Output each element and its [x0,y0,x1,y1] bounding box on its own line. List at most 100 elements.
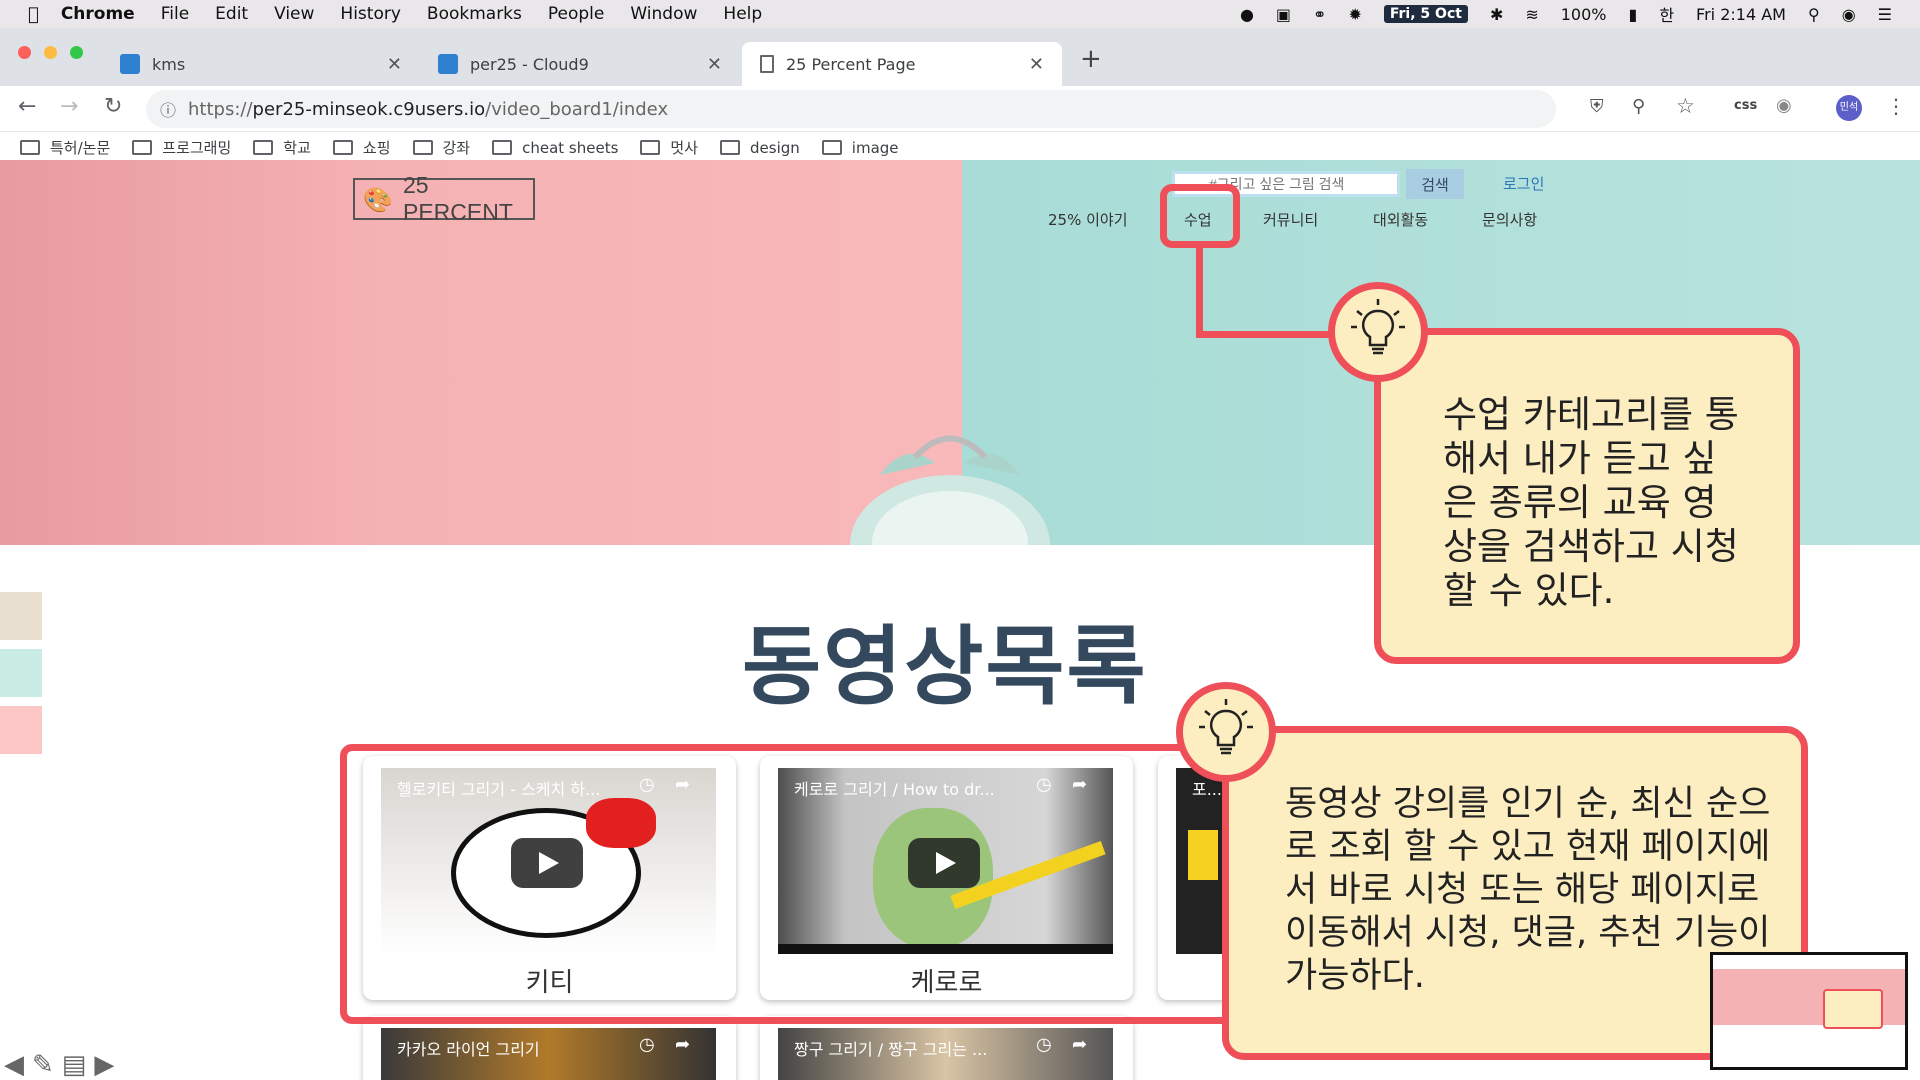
palette-logo-icon: 🎨 [363,187,393,214]
page-title: 동영상목록 [742,617,1148,717]
address-bar[interactable]: ⓘ https:// per25-minseok.c9users.io /vid… [146,90,1556,128]
info-icon[interactable]: ⓘ [160,97,176,121]
menu-window[interactable]: Window [630,4,697,24]
menu-file[interactable]: File [161,4,189,24]
bookmark-folder[interactable]: 멋사 [640,137,698,158]
status-app-icon[interactable]: ● [1240,5,1254,24]
close-window-button[interactable] [18,46,31,59]
minimize-window-button[interactable] [44,46,57,59]
star-icon[interactable]: ☆ [1676,94,1695,118]
bookmark-label: image [851,138,899,157]
bookmark-folder[interactable]: cheat sheets [492,139,618,157]
share-icon[interactable]: ➦ [1072,1034,1087,1055]
nav-item-inquiry[interactable]: 문의사항 [1482,209,1537,230]
share-icon[interactable]: ➦ [675,1034,690,1055]
clock[interactable]: Fri 2:14 AM [1696,5,1786,24]
palette-extension-icon[interactable]: ◉ [1776,95,1792,116]
nav-item-community[interactable]: 커뮤니티 [1263,209,1318,230]
slide-preview-thumbnail[interactable] [1710,952,1908,1070]
forward-icon[interactable]: → [60,94,78,119]
pen-icon[interactable]: ✎ [32,1050,54,1080]
tab-25-percent-page[interactable]: 25 Percent Page ✕ [742,42,1062,86]
bookmark-folder[interactable]: 프로그래밍 [132,137,231,158]
url-host: per25-minseok.c9users.io [252,98,486,120]
tab-cloud9[interactable]: per25 - Cloud9 ✕ [420,42,740,86]
login-link[interactable]: 로그인 [1503,173,1544,194]
zoom-icon[interactable]: ⚲ [1632,96,1645,117]
bookmark-folder[interactable]: 쇼핑 [332,137,391,158]
close-tab-icon[interactable]: ✕ [387,54,402,75]
color-swatch[interactable] [0,706,42,754]
folder-icon [332,140,353,155]
wifi-icon[interactable]: ≋ [1525,5,1538,24]
input-source[interactable]: 한 [1659,2,1674,26]
lightbulb-icon [1328,282,1428,382]
apple-icon[interactable]:  [28,4,39,25]
video-card[interactable]: 카카오 라이언 그리기 ◷ ➦ [363,1016,736,1080]
reload-icon[interactable]: ↻ [104,94,122,119]
menu-edit[interactable]: Edit [215,4,248,24]
folder-icon [20,140,40,155]
bookmark-label: design [750,138,800,157]
menu-history[interactable]: History [340,4,400,24]
lightbulb-icon [1176,682,1276,782]
menubar-status-area: ● ▣ ⚭ ✹ Fri, 5 Oct ✱ ≋ 100% ▮ 한 Fri 2:14… [1240,0,1892,28]
watch-later-icon[interactable]: ◷ [639,1034,655,1055]
bookmark-folder[interactable]: 강좌 [412,137,470,158]
siri-icon[interactable]: ◉ [1842,5,1856,24]
browser-tab-strip: kms ✕ per25 - Cloud9 ✕ 25 Percent Page ✕… [0,28,1920,86]
menu-app-name[interactable]: Chrome [61,4,135,24]
css-extension-icon[interactable]: css [1734,98,1757,113]
video-card[interactable]: 짱구 그리기 / 짱구 그리는 ... ◷ ➦ [760,1016,1133,1080]
color-swatch[interactable] [0,592,42,640]
back-icon[interactable]: ← [18,94,36,119]
lightbulb-glyph [1351,299,1405,355]
nav-item-activities[interactable]: 대외활동 [1373,209,1428,230]
menu-view[interactable]: View [274,4,314,24]
bluetooth-icon[interactable]: ✱ [1490,5,1503,24]
lightbulb-glyph [1199,699,1253,755]
previous-arrow-icon[interactable]: ◀ [4,1050,24,1080]
video-title: 카카오 라이언 그리기 [397,1040,540,1059]
gear-icon[interactable]: ✹ [1348,5,1361,24]
creative-cloud-icon[interactable]: ⚭ [1313,5,1326,24]
tab-title: per25 - Cloud9 [470,54,589,74]
zoom-window-button[interactable] [70,46,83,59]
slides-menu-icon[interactable]: ▤ [62,1050,87,1080]
close-tab-icon[interactable]: ✕ [707,54,722,75]
bookmark-folder[interactable]: 학교 [253,137,311,158]
search-icon[interactable]: ⚲ [1808,5,1820,24]
cloud9-icon [120,54,140,74]
browser-toolbar: ← → ↻ ⓘ https:// per25-minseok.c9users.i… [0,86,1920,132]
menu-bookmarks[interactable]: Bookmarks [427,4,522,24]
site-logo[interactable]: 🎨 25 PERCENT [353,172,535,225]
menu-help[interactable]: Help [723,4,762,24]
status-app-icon[interactable]: ▣ [1276,5,1291,24]
video-thumbnail[interactable]: 카카오 라이언 그리기 ◷ ➦ [381,1028,716,1080]
watch-later-icon[interactable]: ◷ [1036,1034,1052,1055]
site-search-button[interactable]: 검색 [1406,169,1464,199]
url-scheme: https:// [188,98,253,120]
new-tab-button[interactable]: + [1080,44,1102,74]
notification-center-icon[interactable]: ☰ [1878,5,1892,24]
bookmark-folder[interactable]: design [720,139,800,157]
bookmark-folder[interactable]: image [821,138,899,157]
cloud9-icon [438,54,458,74]
close-tab-icon[interactable]: ✕ [1029,54,1044,75]
date-badge[interactable]: Fri, 5 Oct [1383,5,1468,23]
nav-item-about[interactable]: 25% 이야기 [1048,209,1128,230]
chrome-menu-icon[interactable]: ⋮ [1886,94,1906,118]
bookmark-label: cheat sheets [522,138,619,157]
battery-icon[interactable]: ▮ [1629,5,1638,24]
next-arrow-icon[interactable]: ▶ [94,1050,114,1080]
color-swatch[interactable] [0,649,42,697]
video-thumbnail[interactable]: 짱구 그리기 / 짱구 그리는 ... ◷ ➦ [778,1028,1113,1080]
tab-kms[interactable]: kms ✕ [102,42,420,86]
folder-icon [640,140,661,155]
menu-people[interactable]: People [548,4,604,24]
profile-avatar[interactable]: 민석 [1836,95,1862,121]
battery-percent[interactable]: 100% [1561,5,1607,24]
shield-icon[interactable]: ⛨ [1590,96,1604,117]
folder-icon [412,140,433,155]
bookmark-folder[interactable]: 특허/논문 [20,137,110,158]
